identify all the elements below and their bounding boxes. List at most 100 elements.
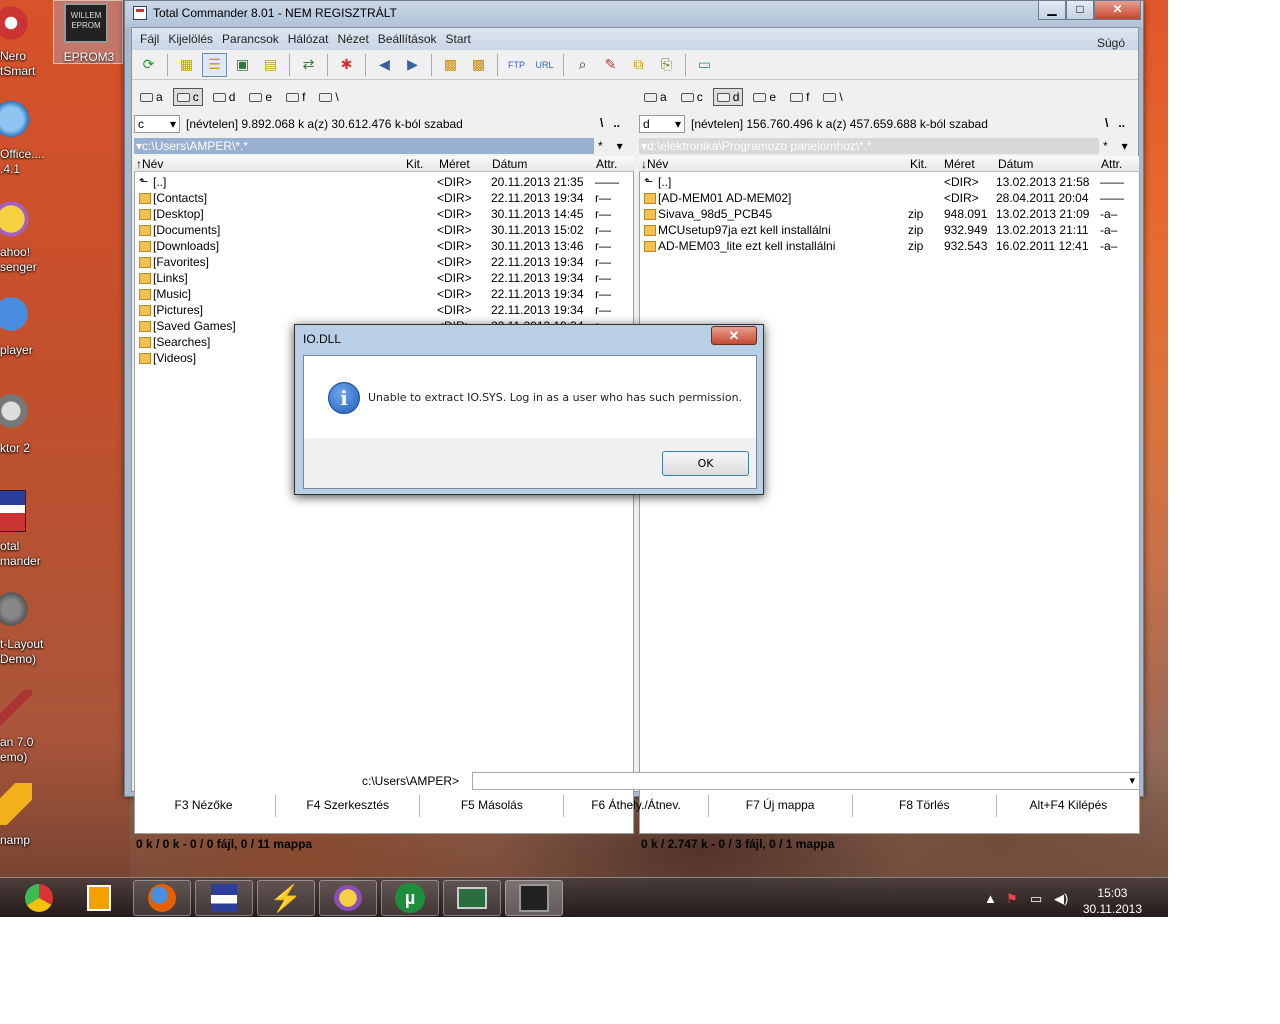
copy-names-icon[interactable]: ⎘: [654, 53, 679, 77]
yahoo-taskbar-button[interactable]: [319, 880, 377, 916]
drive-f-button[interactable]: f: [282, 88, 309, 106]
menu-start[interactable]: Start: [444, 28, 478, 50]
col-name[interactable]: ↑Név: [136, 156, 163, 172]
menu-network[interactable]: Hálózat: [286, 28, 336, 50]
right-drive-select[interactable]: d ▾: [639, 115, 685, 133]
file-row[interactable]: [AD-MEM01 AD-MEM02] <DIR> 28.04.2011 20:04…: [640, 190, 1139, 206]
col-size[interactable]: Méret: [439, 156, 470, 172]
brief-view-icon[interactable]: ▦: [174, 53, 199, 77]
minimize-button[interactable]: ▁: [1038, 1, 1066, 20]
winamp-taskbar-button[interactable]: ⚡: [257, 880, 315, 916]
f7-newfolder-button[interactable]: F7 Új mappa: [709, 795, 853, 817]
menu-view[interactable]: Nézet: [335, 28, 375, 50]
parent-dir-button[interactable]: ..: [613, 116, 620, 130]
action-center-flag-icon[interactable]: ⚑: [1006, 891, 1018, 907]
f8-delete-button[interactable]: F8 Törlés: [853, 795, 997, 817]
right-path-bar[interactable]: ▾d:\elektronika\Programozo panelomhoz\*.…: [639, 138, 1099, 154]
menu-help[interactable]: Súgó: [1095, 32, 1132, 50]
ok-button[interactable]: OK: [662, 451, 749, 476]
col-attr[interactable]: Attr.: [596, 156, 617, 172]
drive-c-button[interactable]: c: [172, 88, 203, 106]
forward-arrow-icon[interactable]: ▶: [400, 53, 425, 77]
back-arrow-icon[interactable]: ◀: [372, 53, 397, 77]
dialog-close-button[interactable]: ✕: [711, 326, 757, 345]
multi-rename-icon[interactable]: ✎: [598, 53, 623, 77]
f4-edit-button[interactable]: F4 Szerkesztés: [276, 795, 421, 817]
drive-c-button[interactable]: c: [677, 88, 707, 106]
file-row[interactable]: [Contacts] <DIR> 22.11.2013 19:34 r—: [135, 190, 633, 206]
network-button[interactable]: \: [819, 88, 846, 106]
tree-icon[interactable]: ▤: [258, 53, 283, 77]
clock[interactable]: 15:03 30.11.2013: [1083, 885, 1142, 917]
file-row[interactable]: ⬑ [..] <DIR> 20.11.2013 21:35 ——: [135, 174, 633, 190]
search-binoculars-icon[interactable]: ⌕: [570, 53, 595, 77]
full-view-icon[interactable]: ☰: [202, 52, 227, 77]
url-icon[interactable]: URL: [532, 53, 557, 77]
f3-view-button[interactable]: F3 Nézőke: [132, 795, 277, 817]
media-taskbar-button[interactable]: [70, 880, 128, 916]
notepad-icon[interactable]: ▭: [692, 53, 717, 77]
drive-a-button[interactable]: a: [640, 88, 671, 106]
unpack-icon[interactable]: ▩: [466, 53, 491, 77]
col-name[interactable]: ↓Név: [641, 156, 668, 172]
file-row[interactable]: [Desktop] <DIR> 30.11.2013 14:45 r—: [135, 206, 633, 222]
ftp-icon[interactable]: FTP: [504, 53, 529, 77]
invert-selection-icon[interactable]: ⇄: [296, 53, 321, 77]
f6-move-button[interactable]: F6 Áthely./Átnev.: [564, 795, 709, 817]
col-attr[interactable]: Attr.: [1101, 156, 1122, 172]
drive-d-button[interactable]: d: [209, 88, 240, 106]
show-hidden-icons-icon[interactable]: ▲: [984, 891, 997, 906]
file-row[interactable]: AD-MEM03_lite ezt kell installálni zip 932…: [640, 238, 1139, 254]
drive-a-button[interactable]: a: [136, 88, 167, 106]
drive-f-button[interactable]: f: [786, 88, 813, 106]
root-dir-button[interactable]: \: [1105, 116, 1108, 130]
hotlist-button[interactable]: ▾: [1122, 138, 1128, 154]
drive-d-button[interactable]: d: [712, 88, 744, 106]
menu-file[interactable]: Fájl: [138, 28, 166, 50]
menu-commands[interactable]: Parancsok: [220, 28, 286, 50]
menu-settings[interactable]: Beállítások: [376, 28, 444, 50]
eprom-desktop-icon[interactable]: WILLEM EPROM EPROM3: [53, 0, 123, 64]
history-button[interactable]: *: [598, 138, 603, 154]
close-button[interactable]: ✕: [1094, 1, 1141, 20]
col-date[interactable]: Dátum: [492, 156, 527, 172]
total-commander-taskbar-button[interactable]: [195, 880, 253, 916]
maximize-button[interactable]: □: [1066, 1, 1094, 20]
file-row[interactable]: Sivava_98d5_PCB45 zip 948.091 13.02.2013 21…: [640, 206, 1139, 222]
history-button[interactable]: *: [1103, 138, 1108, 154]
hotlist-button[interactable]: ▾: [617, 138, 623, 154]
file-row[interactable]: MCUsetup97ja ezt kell installálni zip 932.…: [640, 222, 1139, 238]
volume-icon[interactable]: ◀): [1054, 891, 1068, 907]
file-row[interactable]: [Links] <DIR> 22.11.2013 19:34 r—: [135, 270, 633, 286]
select-all-icon[interactable]: ✱: [334, 53, 359, 77]
file-row[interactable]: ⬑ [..] <DIR> 13.02.2013 21:58 ——: [640, 174, 1139, 190]
network-button[interactable]: \: [315, 88, 342, 106]
pack-icon[interactable]: ▩: [438, 53, 463, 77]
drive-e-button[interactable]: e: [749, 88, 780, 106]
parent-dir-button[interactable]: ..: [1118, 116, 1125, 130]
sync-dirs-icon[interactable]: ⧉: [626, 53, 651, 77]
col-ext[interactable]: Kit.: [406, 156, 423, 172]
file-row[interactable]: [Music] <DIR> 22.11.2013 19:34 r—: [135, 286, 633, 302]
altf4-exit-button[interactable]: Alt+F4 Kilépés: [997, 795, 1140, 817]
file-row[interactable]: [Favorites] <DIR> 22.11.2013 19:34 r—: [135, 254, 633, 270]
utorrent-taskbar-button[interactable]: µ: [381, 880, 439, 916]
file-row[interactable]: [Pictures] <DIR> 22.11.2013 19:34 r—: [135, 302, 633, 318]
left-path-bar[interactable]: ▾c:\Users\AMPER\*.*: [134, 138, 594, 154]
root-dir-button[interactable]: \: [600, 116, 603, 130]
col-ext[interactable]: Kit.: [910, 156, 927, 172]
drive-e-button[interactable]: e: [245, 88, 276, 106]
file-row[interactable]: [Downloads] <DIR> 30.11.2013 13:46 r—: [135, 238, 633, 254]
chrome-taskbar-button[interactable]: [10, 880, 68, 916]
thumbnails-icon[interactable]: ▣: [230, 53, 255, 77]
file-row[interactable]: [Documents] <DIR> 30.11.2013 15:02 r—: [135, 222, 633, 238]
command-input[interactable]: [472, 772, 1140, 790]
monitor-taskbar-button[interactable]: [443, 880, 501, 916]
network-status-icon[interactable]: ▭: [1030, 891, 1042, 907]
eprom-taskbar-button[interactable]: [505, 880, 563, 916]
firefox-taskbar-button[interactable]: [133, 880, 191, 916]
refresh-icon[interactable]: ⟳: [136, 53, 161, 77]
f5-copy-button[interactable]: F5 Másolás: [420, 795, 565, 817]
col-date[interactable]: Dátum: [998, 156, 1033, 172]
menu-select[interactable]: Kijelölés: [166, 28, 220, 50]
